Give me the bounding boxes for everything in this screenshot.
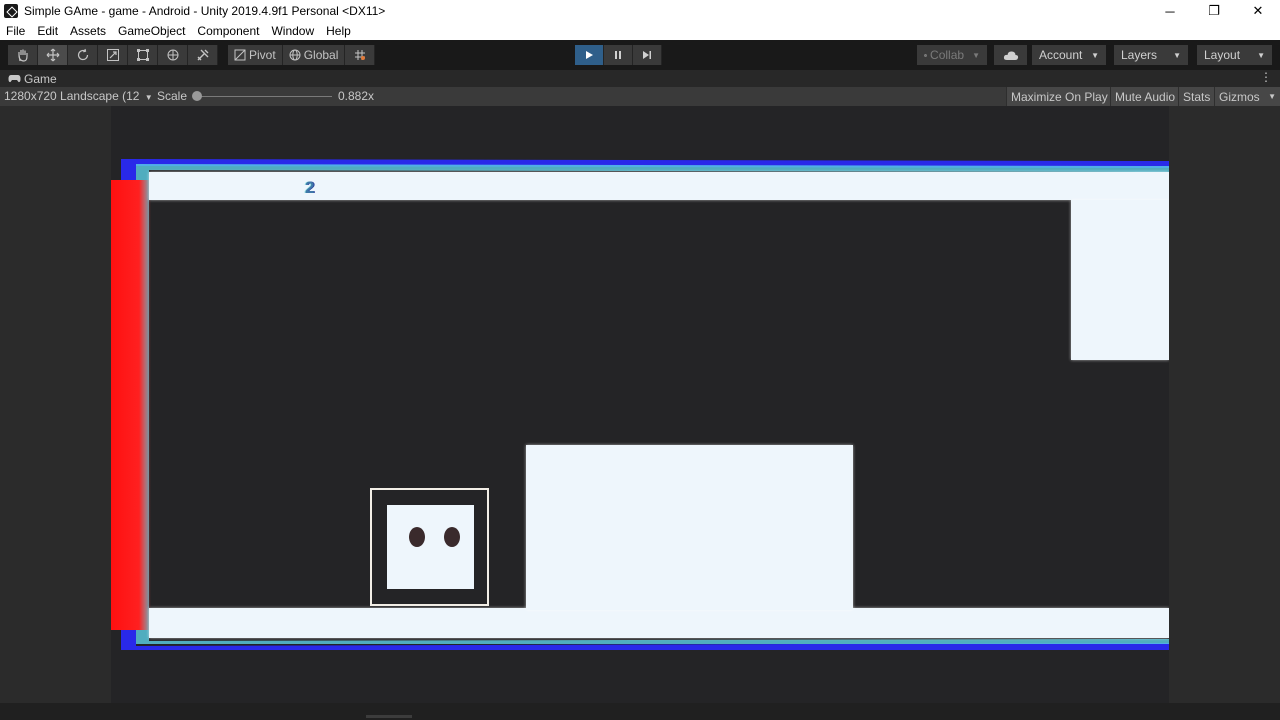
level-number: 2: [305, 178, 315, 197]
maximize-on-play-toggle[interactable]: Maximize On Play: [1006, 87, 1112, 106]
global-button[interactable]: Global: [282, 45, 346, 65]
game-viewport[interactable]: 2: [0, 106, 1280, 703]
bottom-status-bar: [0, 703, 1280, 720]
chevron-down-icon: ▼: [1257, 50, 1265, 60]
player-character: [370, 488, 489, 606]
layout-dropdown[interactable]: Layout ▼: [1197, 45, 1272, 65]
scale-slider-thumb[interactable]: [192, 91, 202, 101]
game-view-toolbar: 1280x720 Landscape (12 ▼ Scale 0.882x Ma…: [0, 87, 1280, 106]
pivot-global-group: Pivot Global: [228, 45, 376, 65]
resolution-label: 1280x720 Landscape (12: [4, 89, 140, 103]
layers-dropdown[interactable]: Layers ▼: [1114, 45, 1188, 65]
menu-window[interactable]: Window: [265, 24, 320, 38]
stats-label: Stats: [1183, 89, 1211, 104]
pivot-button[interactable]: Pivot: [228, 45, 283, 65]
transform-icon: [167, 49, 178, 61]
rect-transform-icon: [136, 49, 149, 61]
chevron-down-icon: ▼: [1091, 50, 1099, 60]
window-title-bar: Simple GAme - game - Android - Unity 201…: [0, 0, 1280, 22]
scale-slider-track[interactable]: [197, 96, 332, 97]
window-title: Simple GAme - game - Android - Unity 201…: [24, 4, 386, 18]
resolution-dropdown[interactable]: 1280x720 Landscape (12 ▼: [4, 89, 153, 103]
restore-button[interactable]: ❐: [1192, 0, 1236, 22]
minimize-button[interactable]: ─: [1148, 0, 1192, 22]
pause-button[interactable]: [604, 45, 633, 65]
move-arrows-icon: [46, 48, 59, 62]
chevron-down-icon: ▼: [144, 93, 153, 102]
unity-logo-icon: [4, 4, 18, 18]
rotate-icon: [77, 48, 88, 61]
bottom-platform: [149, 608, 1169, 638]
cloud-button[interactable]: [994, 45, 1027, 65]
menu-help[interactable]: Help: [320, 24, 357, 38]
mute-audio-toggle[interactable]: Mute Audio: [1110, 87, 1180, 106]
mute-audio-label: Mute Audio: [1115, 89, 1176, 104]
red-hazard-wall: [111, 180, 151, 630]
pivot-label: Pivot: [249, 48, 276, 62]
scale-icon: [106, 49, 119, 61]
close-button[interactable]: ✕: [1236, 0, 1280, 22]
hand-tool-button[interactable]: [8, 45, 38, 65]
scrollbar-handle[interactable]: [366, 715, 412, 718]
play-button[interactable]: [575, 45, 604, 65]
center-block-platform: [526, 445, 853, 610]
grid-snap-icon: [354, 50, 365, 60]
tab-game[interactable]: Game: [8, 72, 57, 86]
transform-tool-button[interactable]: [158, 45, 188, 65]
layout-label: Layout: [1204, 48, 1241, 62]
check-circle-icon: [924, 53, 927, 57]
gizmos-dropdown[interactable]: Gizmos ▼: [1214, 87, 1280, 106]
game-tab-label: Game: [24, 71, 57, 86]
play-icon: [586, 51, 593, 59]
transform-tools: [8, 45, 218, 65]
menu-bar: File Edit Assets GameObject Component Wi…: [0, 22, 1280, 40]
collab-label: Collab: [930, 48, 965, 62]
menu-component[interactable]: Component: [191, 24, 265, 38]
globe-icon: [289, 49, 301, 61]
gizmos-label: Gizmos: [1219, 89, 1260, 104]
scale-value: 0.882x: [338, 89, 375, 103]
layers-label: Layers: [1121, 48, 1158, 62]
chevron-down-icon: ▼: [1173, 50, 1181, 60]
custom-tool-button[interactable]: [188, 45, 218, 65]
rect-tool-button[interactable]: [128, 45, 158, 65]
cloud-icon: [1003, 50, 1018, 60]
account-label: Account: [1039, 48, 1083, 62]
global-label: Global: [303, 48, 339, 62]
menu-gameobject[interactable]: GameObject: [112, 24, 191, 38]
top-platform: [149, 172, 1169, 200]
playback-controls: [575, 45, 662, 65]
window-controls: ─ ❐ ✕: [1148, 0, 1280, 22]
step-forward-icon: [643, 51, 651, 59]
hand-icon: [17, 49, 28, 62]
rotate-tool-button[interactable]: [68, 45, 98, 65]
move-tool-button[interactable]: [38, 45, 68, 65]
gamepad-icon: [8, 75, 21, 83]
player-face: [387, 505, 474, 589]
chevron-down-icon: ▼: [972, 50, 980, 60]
more-options-icon[interactable]: ⋮: [1260, 70, 1272, 84]
main-toolbar: Pivot Global Collab ▼ Account ▼ Layers ▼…: [0, 40, 1280, 70]
game-screen: 2: [111, 106, 1169, 703]
game-tab-bar: Game ⋮: [0, 70, 1280, 87]
collab-dropdown[interactable]: Collab ▼: [917, 45, 987, 65]
scale-tool-button[interactable]: [98, 45, 128, 65]
scale-label: Scale: [157, 89, 188, 103]
account-dropdown[interactable]: Account ▼: [1032, 45, 1106, 65]
step-button[interactable]: [633, 45, 662, 65]
menu-assets[interactable]: Assets: [64, 24, 112, 38]
tools-icon: [197, 49, 208, 61]
menu-file[interactable]: File: [0, 24, 31, 38]
player-eye-right: [444, 527, 460, 547]
right-wall-platform: [1071, 200, 1169, 360]
stats-toggle[interactable]: Stats: [1178, 87, 1215, 106]
pause-icon: [615, 51, 621, 59]
pivot-icon: [234, 49, 246, 61]
snap-grid-button[interactable]: [345, 45, 376, 65]
menu-edit[interactable]: Edit: [31, 24, 64, 38]
maximize-on-play-label: Maximize On Play: [1011, 89, 1108, 104]
player-eye-left: [409, 527, 425, 547]
chevron-down-icon: ▼: [1268, 92, 1276, 101]
